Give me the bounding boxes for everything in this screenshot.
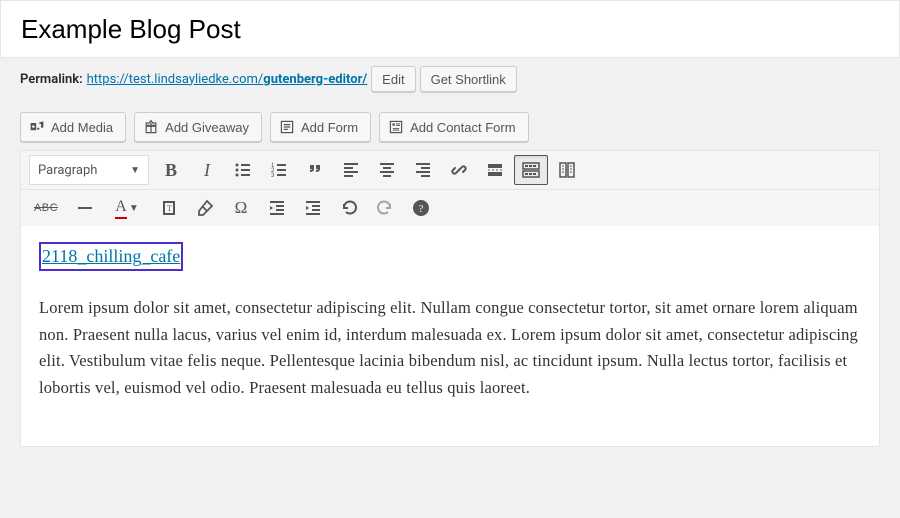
paste-text-button[interactable]: T xyxy=(152,193,186,223)
omega-icon: Ω xyxy=(235,198,248,218)
camera-music-icon xyxy=(29,119,45,135)
numbered-list-button[interactable]: 123 xyxy=(262,155,296,185)
gift-icon xyxy=(143,119,159,135)
link-button[interactable] xyxy=(442,155,476,185)
align-center-icon xyxy=(377,160,397,180)
align-left-icon xyxy=(341,160,361,180)
add-contact-form-button[interactable]: Add Contact Form xyxy=(379,112,529,142)
permalink-row: Permalink: https://test.lindsayliedke.co… xyxy=(0,58,900,104)
bullet-list-icon xyxy=(233,160,253,180)
hr-icon xyxy=(78,207,92,209)
add-form-button[interactable]: Add Form xyxy=(270,112,371,142)
blockquote-button[interactable] xyxy=(298,155,332,185)
add-giveaway-button[interactable]: Add Giveaway xyxy=(134,112,262,142)
permalink-label: Permalink: xyxy=(20,72,83,87)
inserted-audio-link[interactable]: 2118_chilling_cafe xyxy=(42,246,180,266)
align-right-button[interactable] xyxy=(406,155,440,185)
outdent-button[interactable] xyxy=(260,193,294,223)
toolbar-row-2: ABC A ▼ T Ω xyxy=(21,190,879,226)
eraser-icon xyxy=(195,198,215,218)
edit-permalink-button[interactable]: Edit xyxy=(371,66,415,92)
editor-container: Paragraph ▼ B I 123 xyxy=(20,150,880,447)
link-icon xyxy=(449,160,469,180)
format-select[interactable]: Paragraph ▼ xyxy=(29,155,149,185)
clear-formatting-button[interactable] xyxy=(188,193,222,223)
align-right-icon xyxy=(413,160,433,180)
svg-text:?: ? xyxy=(419,203,424,215)
clipboard-t-icon: T xyxy=(159,198,179,218)
form-icon xyxy=(279,119,295,135)
text-color-button[interactable]: A ▼ xyxy=(104,193,150,223)
read-more-button[interactable] xyxy=(478,155,512,185)
indent-icon xyxy=(303,198,323,218)
strikethrough-icon: ABC xyxy=(34,202,58,214)
toolbar-toggle-button[interactable] xyxy=(514,155,548,185)
toolbar-toggle-icon xyxy=(521,160,541,180)
align-center-button[interactable] xyxy=(370,155,404,185)
strikethrough-button[interactable]: ABC xyxy=(26,193,66,223)
align-left-button[interactable] xyxy=(334,155,368,185)
svg-text:T: T xyxy=(167,204,172,213)
help-icon: ? xyxy=(411,198,431,218)
chevron-down-icon: ▼ xyxy=(130,165,140,176)
special-character-button[interactable]: Ω xyxy=(224,193,258,223)
chevron-down-icon: ▼ xyxy=(129,203,139,214)
get-shortlink-button[interactable]: Get Shortlink xyxy=(420,66,517,92)
bullet-list-button[interactable] xyxy=(226,155,260,185)
indent-button[interactable] xyxy=(296,193,330,223)
read-more-icon xyxy=(485,160,505,180)
toolbar-row-1: Paragraph ▼ B I 123 xyxy=(21,151,879,190)
editor-content-area[interactable]: 2118_chilling_cafe Lorem ipsum dolor sit… xyxy=(21,226,879,446)
body-paragraph: Lorem ipsum dolor sit amet, consectetur … xyxy=(39,295,861,401)
horizontal-rule-button[interactable] xyxy=(68,193,102,223)
post-title-input[interactable] xyxy=(1,1,899,57)
add-media-button[interactable]: Add Media xyxy=(20,112,126,142)
svg-text:3: 3 xyxy=(271,173,275,179)
quote-icon xyxy=(305,160,325,180)
columns-icon xyxy=(557,160,577,180)
permalink-link[interactable]: https://test.lindsayliedke.com/gutenberg… xyxy=(87,72,368,87)
columns-button[interactable] xyxy=(550,155,584,185)
contact-form-icon xyxy=(388,119,404,135)
text-color-icon: A xyxy=(115,198,127,219)
selected-link-box: 2118_chilling_cafe xyxy=(39,242,183,271)
redo-icon xyxy=(375,198,395,218)
bold-button[interactable]: B xyxy=(154,155,188,185)
numbered-list-icon: 123 xyxy=(269,160,289,180)
media-buttons-row: Add Media Add Giveaway Add Form Add Cont… xyxy=(0,104,900,148)
redo-button[interactable] xyxy=(368,193,402,223)
undo-button[interactable] xyxy=(332,193,366,223)
undo-icon xyxy=(339,198,359,218)
outdent-icon xyxy=(267,198,287,218)
help-button[interactable]: ? xyxy=(404,193,438,223)
italic-button[interactable]: I xyxy=(190,155,224,185)
